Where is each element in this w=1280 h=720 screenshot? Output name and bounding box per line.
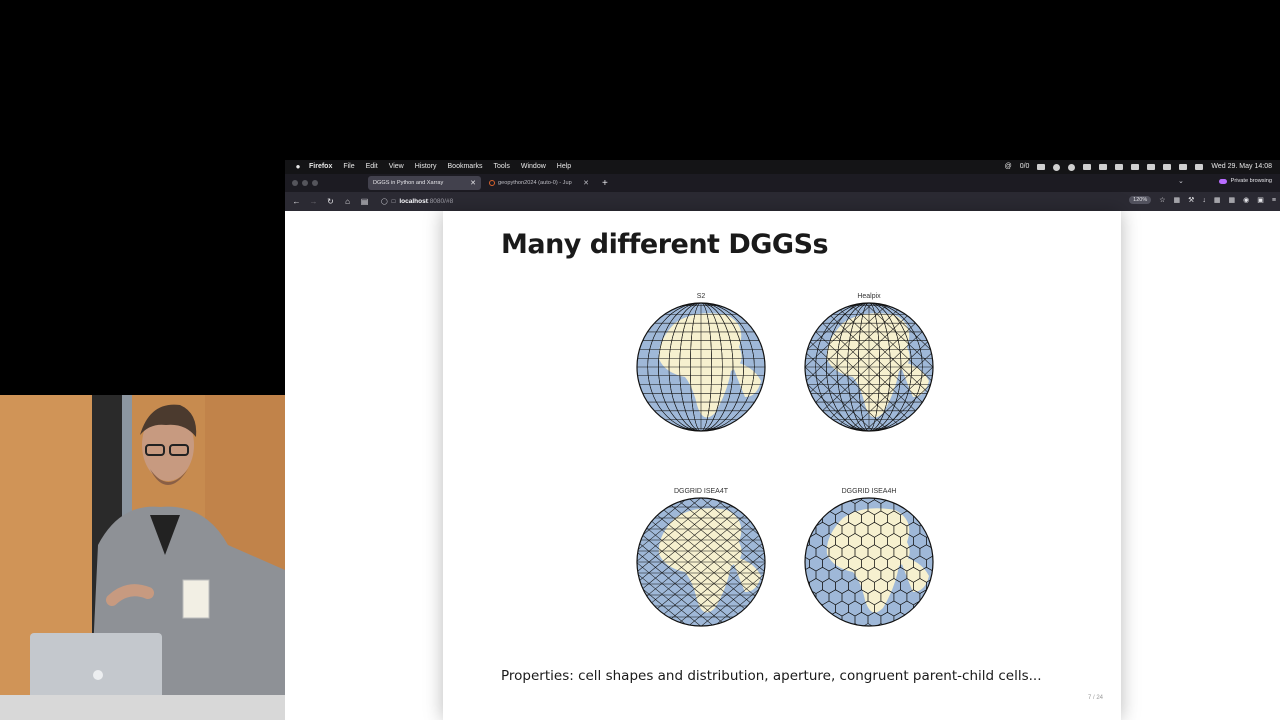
web-page: Many different DGGSs S2 Healpix DGGRID I…: [285, 211, 1280, 720]
globe-label: Healpix: [857, 293, 881, 300]
close-window-button[interactable]: [292, 180, 298, 186]
isea4t-globe-image: [636, 497, 766, 627]
globe-label: DGGRID ISEA4T: [673, 488, 729, 495]
jupyter-favicon-icon: [489, 180, 495, 186]
tab-strip: DGGS in Python and Xarray ✕ geopython202…: [285, 174, 1280, 192]
globe-s2: S2: [631, 293, 771, 443]
bluetooth-icon[interactable]: [1147, 164, 1156, 170]
dropbox-icon[interactable]: [1037, 164, 1046, 170]
apple-icon[interactable]: ●: [293, 162, 303, 172]
extension-icon[interactable]: [1083, 164, 1092, 170]
focus-icon[interactable]: [1053, 163, 1061, 171]
counter-text: 0/0: [1019, 163, 1030, 170]
reload-button[interactable]: ↻: [322, 197, 339, 206]
tools-icon[interactable]: ⚒: [1188, 196, 1194, 204]
menu-bookmarks[interactable]: Bookmarks: [448, 160, 483, 174]
private-mask-icon: [1218, 178, 1227, 184]
navigation-toolbar: ← → ↻ ⌂ ▤ ◯ □ localhost :8080/#8 120% ☆ …: [285, 192, 1280, 211]
home-icon[interactable]: ⌂: [339, 197, 356, 206]
reader-view-icon[interactable]: ▤: [356, 197, 373, 206]
slide-page-number: 7 / 24: [1088, 695, 1104, 701]
forward-button[interactable]: →: [305, 197, 322, 206]
globe-healpix: Healpix: [799, 293, 939, 443]
s2-globe-image: [636, 302, 766, 432]
isea4h-globe-image: [804, 497, 934, 627]
healpix-globe-image: [804, 302, 934, 432]
menu-view[interactable]: View: [389, 160, 404, 174]
url-path: :8080/#8: [427, 198, 454, 205]
screen-capture: ● Firefox File Edit View History Bookmar…: [285, 160, 1280, 720]
globe-label: DGGRID ISEA4H: [841, 488, 897, 495]
zoom-level-badge[interactable]: 120%: [1129, 196, 1152, 204]
screenshot-icon[interactable]: ▦: [1229, 196, 1236, 204]
menu-tools[interactable]: Tools: [494, 160, 510, 174]
address-bar[interactable]: ◯ □ localhost :8080/#8: [381, 192, 453, 211]
private-browsing-label: Private browsing: [1230, 178, 1272, 184]
globe-isea4h: DGGRID ISEA4H: [799, 488, 939, 638]
window-icon[interactable]: [1115, 164, 1124, 170]
menubar-status-area: @ 0/0 Wed 29. May 14:08: [1005, 160, 1272, 174]
download-icon[interactable]: ↓: [1202, 197, 1206, 204]
presenter-image: [0, 395, 285, 720]
page-info-icon[interactable]: □: [392, 199, 396, 205]
tab-title: geopython2024 (auto-0) - Jup: [498, 180, 572, 186]
menu-help[interactable]: Help: [557, 160, 571, 174]
zoom-window-button[interactable]: [312, 180, 318, 186]
menu-edit[interactable]: Edit: [366, 160, 378, 174]
toolbar-actions: 120% ☆ ▦ ⚒ ↓ ▦ ▦ ◉ ▣ ≡: [1129, 196, 1276, 204]
globe-label: S2: [696, 293, 706, 300]
tab-dggs-in-python[interactable]: DGGS in Python and Xarray ✕: [368, 176, 481, 190]
clock-icon[interactable]: [1099, 164, 1108, 170]
menu-file[interactable]: File: [343, 160, 354, 174]
extensions-puzzle-icon[interactable]: ▣: [1257, 196, 1264, 204]
account-icon[interactable]: ◉: [1243, 196, 1249, 204]
window-controls: [292, 180, 318, 186]
slide-title: Many different DGGSs: [501, 229, 829, 260]
control-center-icon[interactable]: [1195, 164, 1204, 170]
wifi-icon[interactable]: [1179, 164, 1188, 170]
menu-window[interactable]: Window: [521, 160, 546, 174]
list-all-tabs-icon[interactable]: ⌄: [1178, 177, 1184, 185]
bookmark-star-icon[interactable]: ☆: [1159, 196, 1165, 204]
presenter-video: [0, 395, 285, 720]
battery-icon[interactable]: [1163, 164, 1172, 170]
volume-icon[interactable]: [1131, 164, 1140, 170]
new-tab-button[interactable]: +: [602, 178, 608, 189]
close-tab-icon[interactable]: ✕: [470, 179, 476, 187]
presentation-slide: Many different DGGSs S2 Healpix DGGRID I…: [443, 211, 1121, 720]
tracking-protection-icon[interactable]: ◯: [381, 198, 388, 205]
theme-icon[interactable]: [1068, 163, 1076, 171]
tab-title: DGGS in Python and Xarray: [373, 180, 444, 186]
globe-isea4t: DGGRID ISEA4T: [631, 488, 771, 638]
app-menu-icon[interactable]: ≡: [1272, 197, 1276, 204]
datetime[interactable]: Wed 29. May 14:08: [1211, 160, 1272, 174]
slide-caption: Properties: cell shapes and distribution…: [501, 668, 1042, 684]
close-tab-icon[interactable]: ✕: [583, 179, 589, 187]
at-icon[interactable]: @: [1005, 160, 1012, 174]
private-browsing-indicator: Private browsing: [1218, 178, 1272, 184]
url-host: localhost: [399, 198, 428, 205]
minimize-window-button[interactable]: [302, 180, 308, 186]
menu-app-name[interactable]: Firefox: [309, 160, 332, 174]
back-button[interactable]: ←: [288, 197, 305, 206]
tab-geopython-jupyter[interactable]: geopython2024 (auto-0) - Jup ✕: [484, 176, 594, 190]
macos-menubar: ● Firefox File Edit View History Bookmar…: [285, 160, 1280, 174]
menu-history[interactable]: History: [415, 160, 437, 174]
ublock-icon[interactable]: ▦: [1174, 196, 1181, 204]
extension-icon[interactable]: ▦: [1214, 196, 1221, 204]
